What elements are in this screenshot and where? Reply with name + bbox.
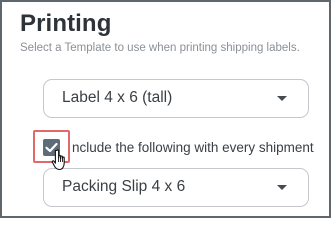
printing-settings-panel: Printing Select a Template to use when p…	[0, 0, 331, 218]
template-select-value: Label 4 x 6 (tall)	[62, 89, 173, 106]
section-subtitle: Select a Template to use when printing s…	[20, 42, 300, 54]
template-select[interactable]: Label 4 x 6 (tall)	[43, 79, 309, 118]
packing-slip-select[interactable]: Packing Slip 4 x 6	[43, 168, 309, 207]
caret-down-icon	[277, 185, 287, 190]
hand-pointer-icon	[51, 149, 65, 171]
include-items-label[interactable]: nclude the following with every shipment	[72, 140, 314, 155]
packing-slip-select-value: Packing Slip 4 x 6	[62, 178, 186, 195]
section-title: Printing	[20, 10, 112, 37]
caret-down-icon	[277, 96, 287, 101]
